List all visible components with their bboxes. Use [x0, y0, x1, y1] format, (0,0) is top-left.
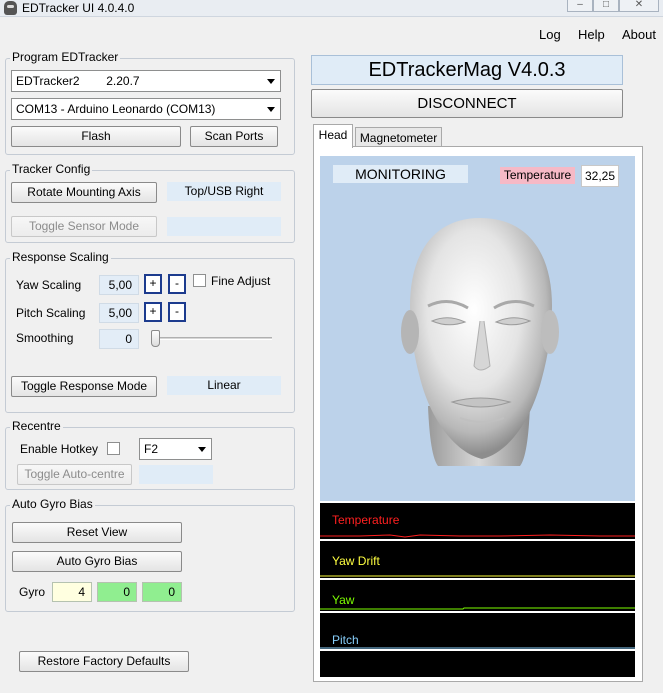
yaw-minus-button[interactable]: -: [168, 274, 186, 294]
app-icon: [4, 1, 17, 15]
temperature-graph-line: [320, 534, 635, 538]
chevron-down-icon: [267, 79, 275, 84]
autocentre-display: [139, 465, 213, 484]
hotkey-select[interactable]: F2: [139, 438, 212, 460]
port-select-value: COM13 - Arduino Leonardo (COM13): [16, 102, 216, 116]
sensor-mode-display: [167, 217, 281, 236]
menu-about[interactable]: About: [622, 27, 656, 42]
yaw-drift-graph: Yaw Drift: [320, 541, 635, 578]
monitoring-status: MONITORING: [333, 165, 468, 183]
pitch-scaling-label: Pitch Scaling: [16, 306, 86, 320]
menu-bar: Log Help About: [0, 17, 663, 51]
tracker-config-title: Tracker Config: [10, 162, 93, 176]
device-select[interactable]: EDTracker2 2.20.7: [11, 70, 281, 92]
minimize-icon[interactable]: –: [567, 0, 593, 12]
yaw-plus-button[interactable]: +: [144, 274, 162, 294]
window-titlebar: EDTracker UI 4.0.4.0 – □ ✕: [0, 0, 663, 17]
smoothing-value: 0: [99, 329, 139, 349]
gyro-z-value: 0: [142, 582, 182, 602]
smoothing-slider-thumb[interactable]: [151, 330, 160, 347]
temperature-graph: Temperature: [320, 503, 635, 539]
hotkey-select-value: F2: [144, 442, 159, 456]
temperature-value: 32,25: [581, 165, 619, 187]
orientation-display: Top/USB Right: [167, 182, 281, 201]
pitch-scaling-value: 5,00: [99, 303, 139, 323]
toggle-sensor-mode-button[interactable]: Toggle Sensor Mode: [11, 216, 157, 237]
menu-log[interactable]: Log: [539, 27, 561, 42]
head-model-image: [401, 218, 559, 466]
gyro-y-value: 0: [97, 582, 137, 602]
temperature-label: Temperature: [500, 167, 575, 184]
yaw-scaling-label: Yaw Scaling: [16, 278, 82, 292]
head-3d-viewport: [320, 156, 635, 501]
close-icon[interactable]: ✕: [619, 0, 659, 12]
fine-adjust-checkbox[interactable]: [193, 274, 206, 287]
pitch-graph: Pitch: [320, 613, 635, 649]
auto-gyro-title: Auto Gyro Bias: [10, 497, 95, 511]
reset-view-button[interactable]: Reset View: [12, 522, 182, 543]
port-select[interactable]: COM13 - Arduino Leonardo (COM13): [11, 98, 281, 120]
program-group-title: Program EDTracker: [10, 50, 121, 64]
window-controls: – □ ✕: [567, 0, 659, 12]
window-title: EDTracker UI 4.0.4.0: [22, 1, 135, 15]
chevron-down-icon: [198, 447, 206, 452]
flash-button[interactable]: Flash: [11, 126, 181, 147]
smoothing-slider-track[interactable]: [152, 337, 272, 340]
toggle-autocentre-button[interactable]: Toggle Auto-centre: [17, 464, 132, 485]
enable-hotkey-checkbox[interactable]: [107, 442, 120, 455]
scan-ports-button[interactable]: Scan Ports: [190, 126, 278, 147]
enable-hotkey-label: Enable Hotkey: [20, 442, 99, 456]
recentre-title: Recentre: [10, 419, 63, 433]
yaw-scaling-value: 5,00: [99, 275, 139, 295]
fine-adjust-label: Fine Adjust: [211, 274, 271, 288]
graph-spare-area: [320, 651, 635, 677]
toggle-response-mode-button[interactable]: Toggle Response Mode: [11, 376, 157, 397]
rotate-mounting-axis-button[interactable]: Rotate Mounting Axis: [11, 182, 157, 203]
response-mode-display: Linear: [167, 376, 281, 395]
chevron-down-icon: [267, 107, 275, 112]
pitch-minus-button[interactable]: -: [168, 302, 186, 322]
maximize-icon[interactable]: □: [593, 0, 619, 12]
yaw-graph-line: [320, 607, 635, 610]
disconnect-button[interactable]: DISCONNECT: [311, 89, 623, 118]
app-title: EDTrackerMag V4.0.3: [311, 55, 623, 85]
yaw-graph: Yaw: [320, 580, 635, 611]
response-scaling-title: Response Scaling: [10, 250, 111, 264]
pitch-plus-button[interactable]: +: [144, 302, 162, 322]
device-select-value: EDTracker2 2.20.7: [16, 74, 140, 88]
smoothing-label: Smoothing: [16, 331, 74, 345]
menu-help[interactable]: Help: [578, 27, 605, 42]
tab-head[interactable]: Head: [313, 124, 353, 148]
gyro-label: Gyro: [19, 585, 46, 599]
restore-factory-defaults-button[interactable]: Restore Factory Defaults: [19, 651, 189, 672]
auto-gyro-bias-button[interactable]: Auto Gyro Bias: [12, 551, 182, 572]
gyro-x-value: 4: [52, 582, 92, 602]
